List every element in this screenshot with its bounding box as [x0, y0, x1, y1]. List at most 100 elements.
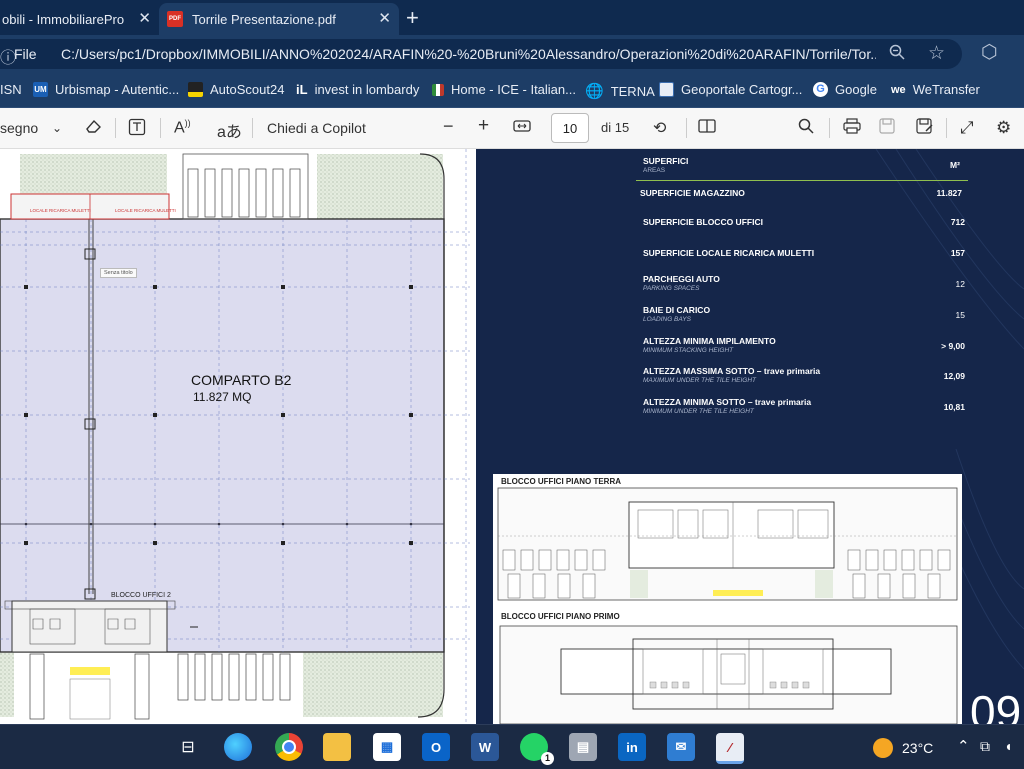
store-icon[interactable]: ▦ [373, 733, 401, 761]
read-aloud-icon[interactable]: A)) [174, 118, 191, 137]
bookmark-autoscout24[interactable]: AutoScout24 [188, 82, 284, 97]
geoportale-icon [659, 82, 674, 97]
network-icon[interactable]: ⧉ [980, 738, 990, 755]
whatsapp-icon[interactable]: 1 [520, 733, 554, 765]
bookmark-invest-lombardy[interactable]: iL invest in lombardy [296, 82, 419, 97]
word-icon[interactable]: W [471, 733, 499, 761]
bookmark-wetransfer[interactable]: we WeTransfer [891, 82, 980, 97]
page-number-input[interactable]: 10 [551, 113, 589, 143]
surface-label: SUPERFICIE LOCALE RICARICA MULETTI [643, 248, 815, 258]
tab-immobiliarepro[interactable]: obili - ImmobiliarePro ✕ [0, 3, 159, 35]
print-icon[interactable] [843, 118, 861, 139]
edge-icon[interactable] [224, 733, 252, 761]
favorite-star-icon[interactable]: ☆ [928, 42, 945, 65]
tab-torrile-pdf[interactable]: PDF Torrile Presentazione.pdf ✕ [159, 3, 399, 35]
outlook-icon[interactable]: O [422, 733, 450, 761]
bookmark-ice[interactable]: Home - ICE - Italian... [432, 82, 576, 97]
bookmark-google[interactable]: G Google [813, 82, 877, 97]
surface-value: 157 [950, 248, 965, 258]
bookmark-geoportale[interactable]: Geoportale Cartogr... [659, 82, 802, 97]
file-scheme-label: File [14, 46, 37, 62]
volume-icon[interactable]: ◖ [1004, 738, 1012, 754]
page-view-icon[interactable] [698, 118, 716, 139]
zoom-in-button[interactable]: + [478, 115, 489, 137]
new-tab-button[interactable]: + [406, 5, 419, 31]
toolbar-divider [829, 118, 830, 138]
surface-value: 11.827 [936, 188, 962, 198]
surface-label: SUPERFICIE MAGAZZINO [640, 188, 745, 198]
bookmark-label: Urbismap - Autentic... [55, 82, 180, 97]
pdf-viewer-icon[interactable]: ⁄ [716, 733, 744, 764]
mail-icon[interactable]: ✉ [667, 733, 695, 761]
search-icon[interactable] [798, 118, 814, 139]
gear-icon[interactable]: ⚙ [996, 118, 1011, 138]
translate-icon[interactable]: aあ [217, 118, 242, 142]
fit-width-icon[interactable] [513, 118, 531, 139]
surface-row: SUPERFICIE MAGAZZINO 11.827 [640, 188, 962, 198]
floor-plan-drawing [0, 149, 470, 724]
address-bar: ⓘ File C:/Users/pc1/Dropbox/IMMOBILI/ANN… [0, 35, 1024, 73]
chevron-down-icon[interactable]: ⌄ [52, 121, 62, 135]
zoom-icon[interactable] [889, 44, 905, 65]
temperature-label[interactable]: 23°C [902, 740, 933, 756]
save-icon[interactable] [879, 118, 895, 139]
surface-sublabel: MAXIMUM UNDER THE TILE HEIGHT [643, 377, 757, 384]
surface-value: 12 [955, 279, 965, 289]
draw-button[interactable]: segno [0, 120, 38, 136]
chrome-icon[interactable] [275, 733, 303, 761]
rotate-icon[interactable]: ⟲ [653, 118, 666, 138]
bookmark-terna[interactable]: 🌐 TERNA [585, 82, 655, 100]
office-block-label: BLOCCO UFFICI 2 [111, 592, 171, 599]
bookmark-isn[interactable]: ISN [0, 82, 22, 97]
toolbar-divider [946, 118, 947, 138]
url-text[interactable]: C:/Users/pc1/Dropbox/IMMOBILI/ANNO%20202… [61, 46, 876, 62]
page-number: 09 [970, 686, 1022, 724]
page-count: di 15 [601, 120, 630, 135]
weather-sun-icon[interactable] [873, 738, 893, 758]
wetransfer-icon: we [891, 83, 906, 96]
tab-title: obili - ImmobiliarePro [2, 11, 125, 27]
office-plans: BLOCCO UFFICI PIANO TERRA BLOCCO UFFICI … [493, 474, 962, 724]
copilot-button[interactable]: Chiedi a Copilot [267, 120, 366, 136]
close-tab-icon[interactable]: ✕ [378, 9, 391, 27]
surface-label: SUPERFICIE BLOCCO UFFICI [643, 217, 763, 227]
save-as-icon[interactable] [916, 118, 934, 139]
close-tab-icon[interactable]: ✕ [138, 9, 151, 27]
notification-badge: 1 [541, 752, 554, 765]
surface-label: PARCHEGGI AUTO [643, 274, 720, 284]
bookmarks-bar: ISN UM Urbismap - Autentic... AutoScout2… [0, 73, 1024, 108]
surface-sublabel: MINIMUM UNDER THE TILE HEIGHT [643, 408, 754, 415]
surface-value: 712 [950, 217, 965, 227]
toolbar-divider [252, 118, 253, 138]
surface-label: BAIE DI CARICO [643, 305, 711, 315]
surfaces-header: SUPERFICI [643, 156, 689, 166]
zoom-out-button[interactable]: − [443, 116, 454, 137]
surface-value: > 9,00 [941, 341, 965, 351]
eraser-icon[interactable] [84, 118, 102, 139]
toolbar-divider [160, 118, 161, 138]
chevron-up-icon[interactable]: ⌃ [957, 737, 970, 755]
bookmark-urbismap[interactable]: UM Urbismap - Autentic... [33, 82, 179, 97]
surface-sublabel: LOADING BAYS [643, 316, 691, 323]
header-divider [636, 180, 968, 181]
surface-row: ALTEZZA MASSIMA SOTTO – trave primaria M… [643, 366, 965, 384]
linkedin-icon[interactable]: in [618, 733, 646, 761]
bookmark-label: TERNA [610, 83, 655, 99]
file-explorer-icon[interactable] [323, 733, 351, 761]
charging-room-label-right: LOCALE RICARICA MULETTI [115, 208, 176, 213]
pdf-viewer[interactable]: COMPARTO B2 11.827 MQ Senza titolo LOCAL… [0, 149, 1024, 724]
bookmark-label: Geoportale Cartogr... [681, 82, 803, 97]
pdf-toolbar: segno ⌄ A)) aあ Chiedi a Copilot − + 10 d… [0, 108, 1024, 149]
expand-icon[interactable]: ⤢ [960, 118, 974, 138]
task-view-icon[interactable]: ⊟ [174, 733, 202, 761]
annotation-tooltip[interactable]: Senza titolo [100, 268, 137, 278]
extensions-icon[interactable]: ⬡ [981, 41, 998, 64]
surface-label: ALTEZZA MINIMA IMPILAMENTO [643, 336, 776, 346]
globe-icon: 🌐 [585, 83, 604, 100]
surface-row: ALTEZZA MINIMA IMPILAMENTO MINIMUM STACK… [643, 336, 965, 354]
text-box-icon[interactable] [128, 118, 146, 141]
calculator-icon[interactable]: ▤ [569, 733, 597, 761]
autoscout-icon [188, 82, 203, 97]
office-plans-drawing [497, 487, 958, 724]
surface-row: SUPERFICIE BLOCCO UFFICI 712 [643, 217, 965, 227]
